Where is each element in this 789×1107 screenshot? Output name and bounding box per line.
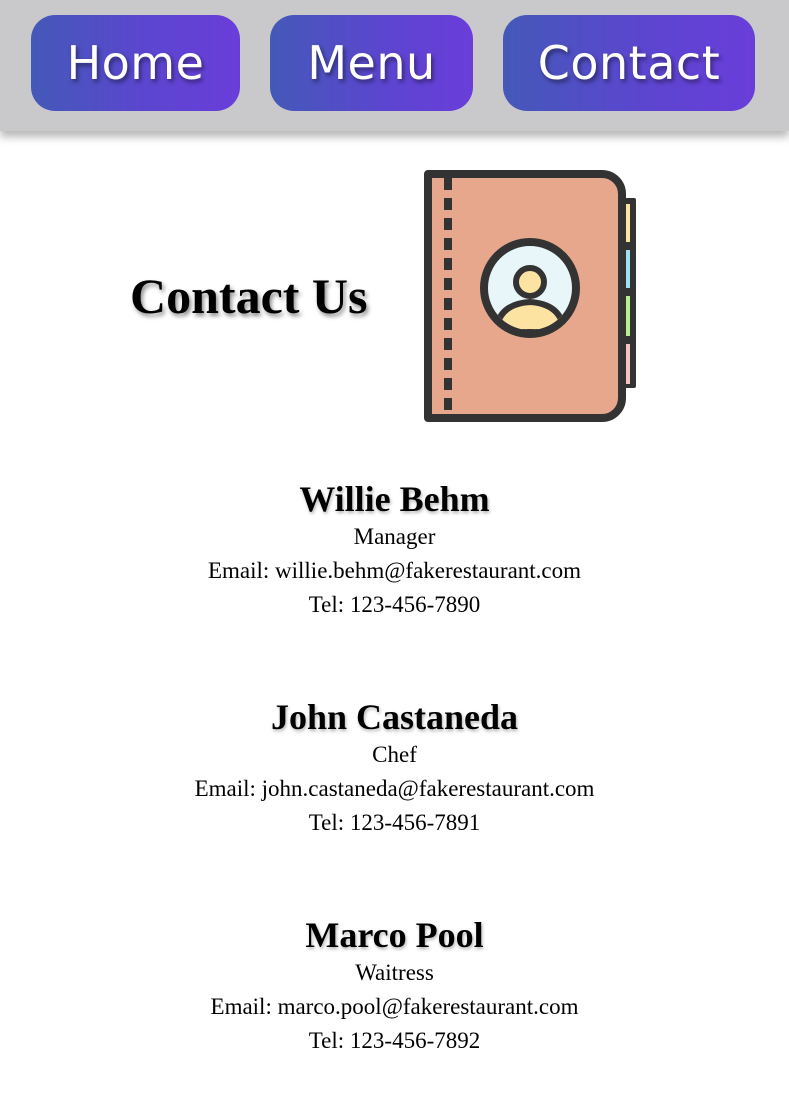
- contact-role: Manager: [353, 524, 436, 549]
- contact-name: Willie Behm: [299, 479, 490, 519]
- contact-name: Marco Pool: [305, 915, 484, 955]
- contact-nav-button[interactable]: Contact: [503, 15, 755, 111]
- page-title: Contact Us: [130, 268, 368, 324]
- contact-email: Email: marco.pool@fakerestaurant.com: [210, 994, 579, 1019]
- contacts-list: Willie Behm Manager Email: willie.behm@f…: [0, 478, 789, 1107]
- contact-card: John Castaneda Chef Email: john.castaned…: [0, 696, 789, 914]
- contact-role: Waitress: [355, 960, 434, 985]
- contact-email: Email: john.castaneda@fakerestaurant.com: [194, 776, 595, 801]
- address-book-icon: [424, 170, 636, 422]
- contact-phone: Tel: 123-456-7890: [308, 592, 481, 617]
- contact-phone: Tel: 123-456-7892: [308, 1028, 481, 1053]
- avatar-head: [513, 265, 547, 299]
- contact-card: Marco Pool Waitress Email: marco.pool@fa…: [0, 914, 789, 1107]
- top-navigation-bar: Home Menu Contact: [0, 0, 789, 131]
- contact-header-section: Contact Us: [0, 131, 789, 461]
- menu-nav-button[interactable]: Menu: [270, 15, 473, 111]
- contact-name: John Castaneda: [270, 697, 519, 737]
- contact-phone: Tel: 123-456-7891: [308, 810, 481, 835]
- home-nav-button[interactable]: Home: [31, 15, 240, 111]
- contact-role: Chef: [372, 742, 417, 767]
- contact-card: Willie Behm Manager Email: willie.behm@f…: [0, 478, 789, 696]
- contact-email: Email: willie.behm@fakerestaurant.com: [207, 558, 582, 583]
